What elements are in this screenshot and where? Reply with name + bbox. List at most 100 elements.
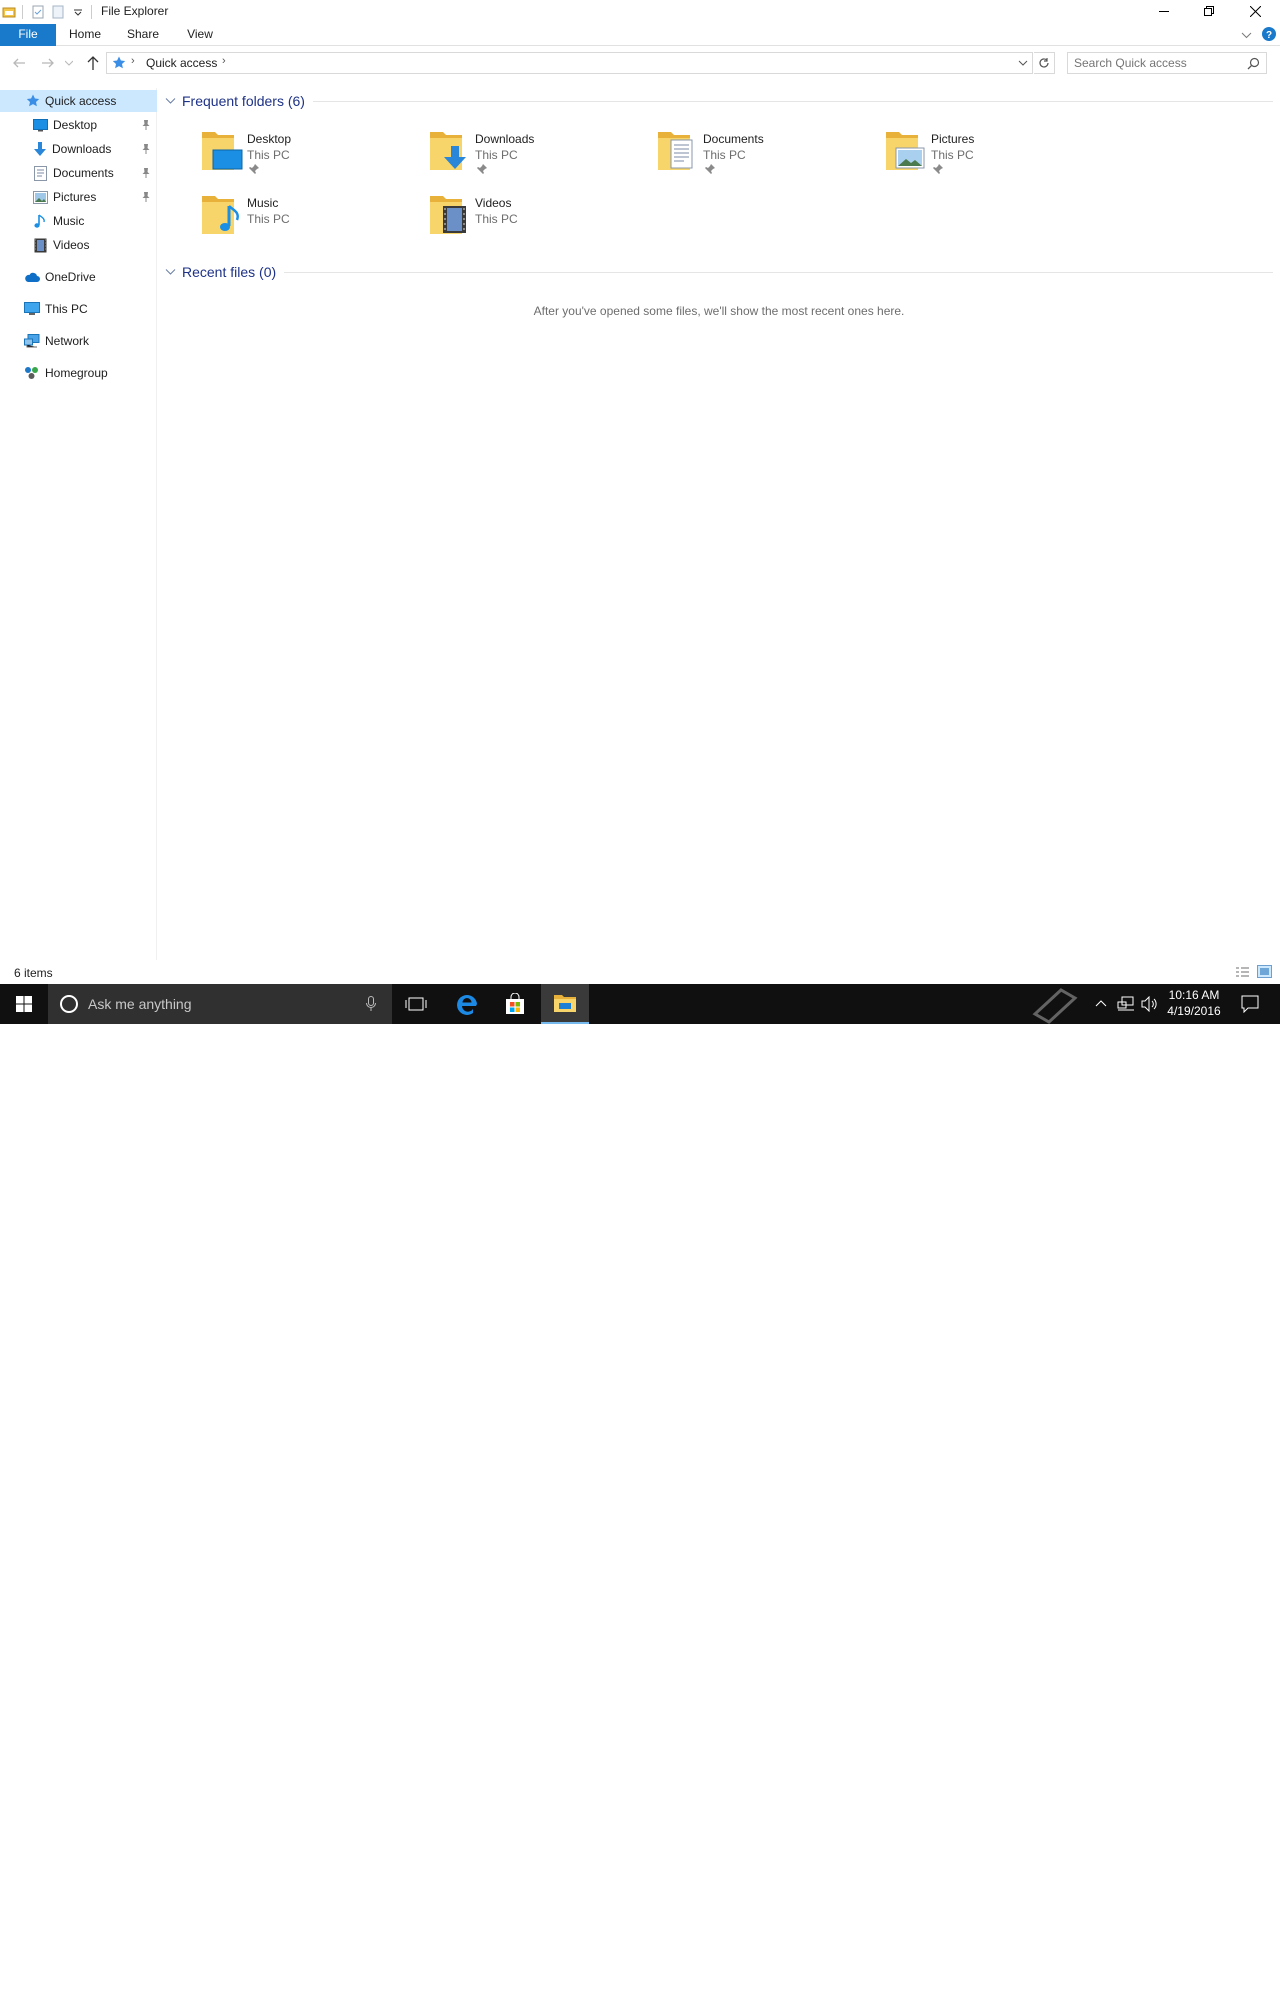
folder-tile-music[interactable]: Music This PC xyxy=(201,190,421,246)
refresh-button[interactable] xyxy=(1034,52,1055,74)
tab-view[interactable]: View xyxy=(178,24,222,46)
sidebar-item-network[interactable]: Network xyxy=(0,330,157,352)
toolbar-separator xyxy=(22,5,23,19)
address-history-chevron-icon[interactable] xyxy=(1018,60,1028,67)
microphone-icon[interactable] xyxy=(366,996,376,1012)
edge-icon xyxy=(457,994,477,1015)
minimize-button[interactable] xyxy=(1141,0,1187,22)
breadcrumb-separator-icon[interactable]: › xyxy=(131,55,135,67)
recent-files-empty-message: After you've opened some files, we'll sh… xyxy=(533,304,905,318)
search-icon[interactable] xyxy=(1247,57,1260,70)
breadcrumb-separator-icon[interactable]: › xyxy=(222,55,226,67)
tab-home[interactable]: Home xyxy=(62,24,108,46)
folder-tile-videos[interactable]: Videos This PC xyxy=(429,190,649,246)
task-view-button[interactable] xyxy=(392,984,440,1024)
restore-icon xyxy=(1204,6,1214,16)
clock-time: 10:16 AM xyxy=(1168,988,1220,1002)
file-explorer-icon xyxy=(554,995,576,1012)
folder-tile-documents[interactable]: Documents This PC xyxy=(657,126,877,182)
cortana-search-box[interactable]: Ask me anything xyxy=(48,984,392,1024)
folder-tile-desktop[interactable]: Desktop This PC xyxy=(201,126,421,182)
task-view-icon xyxy=(405,997,427,1011)
watermark-book-icon xyxy=(1032,988,1078,1024)
folder-location: This PC xyxy=(247,148,290,162)
sidebar-item-quick-access[interactable]: Quick access xyxy=(0,90,157,112)
recent-locations-button[interactable] xyxy=(64,55,74,71)
window-title: File Explorer xyxy=(101,4,169,18)
frequent-folders-header[interactable]: Frequent folders (6) xyxy=(165,91,1273,111)
sidebar-item-label: Documents xyxy=(53,166,114,180)
up-button[interactable] xyxy=(85,55,101,71)
pin-icon[interactable] xyxy=(141,167,151,179)
forward-button[interactable] xyxy=(40,55,56,71)
back-button[interactable] xyxy=(11,55,27,71)
sidebar-item-label: Pictures xyxy=(53,190,97,204)
file-explorer-taskbar-button[interactable] xyxy=(541,984,589,1024)
pin-icon[interactable] xyxy=(141,143,151,155)
tab-share[interactable]: Share xyxy=(120,24,166,46)
toolbar-separator xyxy=(91,5,92,19)
desktop-folder-icon xyxy=(202,132,243,170)
sidebar-item-documents[interactable]: Documents xyxy=(0,162,157,184)
network-status-icon[interactable] xyxy=(1117,996,1135,1012)
sidebar-item-label: Music xyxy=(53,214,85,228)
action-center-icon[interactable] xyxy=(1241,995,1259,1013)
search-placeholder: Ask me anything xyxy=(88,996,192,1012)
download-icon xyxy=(34,141,46,156)
sidebar-item-pictures[interactable]: Pictures xyxy=(0,186,157,208)
downloads-folder-icon xyxy=(430,132,466,170)
tab-file[interactable]: File xyxy=(0,24,56,46)
restore-button[interactable] xyxy=(1186,0,1232,22)
customize-toolbar-chevron-icon[interactable] xyxy=(71,5,85,19)
expand-ribbon-chevron-icon[interactable] xyxy=(1241,30,1252,40)
close-button[interactable] xyxy=(1232,0,1278,22)
search-box[interactable] xyxy=(1067,52,1267,74)
back-arrow-icon xyxy=(13,58,25,68)
navigation-pane: Quick access Desktop Downloads Documents… xyxy=(0,88,157,960)
pin-icon[interactable] xyxy=(141,191,151,203)
cloud-icon xyxy=(25,272,40,282)
help-icon[interactable]: ? xyxy=(1262,27,1276,41)
folder-tile-downloads[interactable]: Downloads This PC xyxy=(429,126,649,182)
sidebar-item-music[interactable]: Music xyxy=(0,210,157,232)
folder-location: This PC xyxy=(703,148,746,162)
status-bar: 6 items xyxy=(0,962,1280,984)
folder-tile-pictures[interactable]: Pictures This PC xyxy=(885,126,1105,182)
properties-icon[interactable] xyxy=(31,5,45,19)
folder-location: This PC xyxy=(931,148,974,162)
section-divider xyxy=(284,271,1273,273)
details-view-icon[interactable] xyxy=(1235,966,1250,978)
videos-icon xyxy=(34,238,47,252)
edge-button[interactable] xyxy=(443,984,491,1024)
large-icons-view-icon[interactable] xyxy=(1257,965,1272,978)
sidebar-item-desktop[interactable]: Desktop xyxy=(0,114,157,136)
new-folder-icon[interactable] xyxy=(51,5,65,19)
volume-icon[interactable] xyxy=(1141,996,1159,1012)
sidebar-item-downloads[interactable]: Downloads xyxy=(0,138,157,160)
sidebar-item-onedrive[interactable]: OneDrive xyxy=(0,266,157,288)
navigation-bar: › Quick access › xyxy=(0,47,1280,79)
folder-name: Videos xyxy=(475,196,512,210)
address-bar[interactable]: › Quick access › xyxy=(106,52,1033,74)
sidebar-item-homegroup[interactable]: Homegroup xyxy=(0,362,157,384)
forward-arrow-icon xyxy=(42,58,54,68)
explorer-app-icon[interactable] xyxy=(2,5,16,19)
minimize-icon xyxy=(1159,11,1169,12)
store-button[interactable] xyxy=(491,984,539,1024)
sidebar-item-videos[interactable]: Videos xyxy=(0,234,157,256)
search-input[interactable] xyxy=(1074,56,1239,70)
title-bar: File Explorer xyxy=(0,0,1280,24)
collapse-chevron-icon[interactable] xyxy=(165,268,176,276)
pictures-icon xyxy=(33,190,48,204)
up-arrow-icon xyxy=(87,56,99,70)
sidebar-item-label: This PC xyxy=(45,302,88,316)
system-clock[interactable]: 10:16 AM 4/19/2016 xyxy=(1160,987,1228,1019)
start-button[interactable] xyxy=(0,984,48,1024)
show-hidden-icons-chevron-icon[interactable] xyxy=(1095,998,1107,1008)
collapse-chevron-icon[interactable] xyxy=(165,97,176,105)
pin-icon[interactable] xyxy=(141,119,151,131)
breadcrumb[interactable]: Quick access xyxy=(146,56,217,70)
recent-files-header[interactable]: Recent files (0) xyxy=(165,262,1273,282)
sidebar-item-this-pc[interactable]: This PC xyxy=(0,298,157,320)
clock-date: 4/19/2016 xyxy=(1167,1004,1221,1018)
